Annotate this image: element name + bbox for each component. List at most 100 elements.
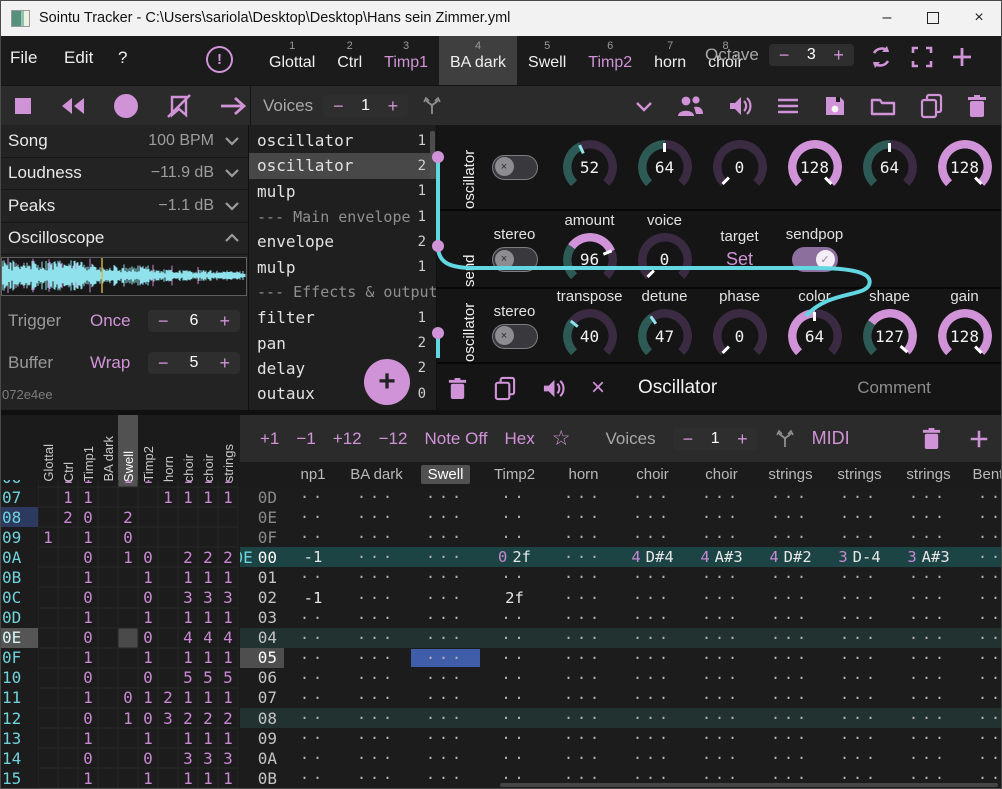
note-cell[interactable]: ··· [825,589,894,607]
order-cell[interactable] [118,487,138,507]
order-cell[interactable] [158,628,178,648]
order-cell[interactable]: 1 [198,648,218,668]
trigger-mode-button[interactable]: Once [90,311,148,331]
order-cell[interactable] [98,628,118,648]
note-cell[interactable]: ··· [411,548,480,566]
order-cell[interactable]: 0 [78,507,98,527]
record-button[interactable] [113,93,139,119]
order-row-number[interactable]: 0C [0,587,38,607]
track-header-choir[interactable]: choir [618,466,687,483]
order-cell[interactable] [118,768,138,788]
order-column-header[interactable]: Timp1 [78,446,98,482]
note-cell[interactable]: ··· [342,609,411,627]
note-cell[interactable]: ··· [618,649,687,667]
note-row-number[interactable]: 0D [240,487,284,507]
knob-transpose[interactable]: 52 [563,140,617,194]
note-cell[interactable]: ··· [549,488,618,506]
note-cell[interactable]: ··· [549,508,618,526]
order-cell[interactable] [58,748,78,768]
order-row-number[interactable]: 0D [0,608,38,628]
unit-list-item[interactable]: pan2 [249,330,436,355]
order-row-number[interactable]: 09 [0,527,38,547]
note-cell[interactable]: -1 [284,589,342,607]
note-cell[interactable]: ··· [894,649,963,667]
order-row-number[interactable]: 08 [0,507,38,527]
order-cell[interactable] [98,708,118,728]
order-cell[interactable] [58,628,78,648]
order-cell[interactable]: 0 [118,527,138,547]
note-cell[interactable]: ··· [342,749,411,767]
note-cell[interactable]: ·· [480,669,549,687]
note-cell[interactable]: ··· [825,749,894,767]
star-icon[interactable]: ☆ [552,426,571,451]
order-cell[interactable] [98,547,118,567]
add-track-icon[interactable] [968,428,990,450]
note-cell[interactable]: ·· [284,749,342,767]
knob-transpose[interactable]: 40 [563,309,617,363]
note-cell[interactable]: ··· [549,548,618,566]
voices-minus-button[interactable]: − [333,97,344,115]
order-column-header[interactable]: BA dark [98,436,118,482]
note-cell[interactable]: ··· [618,488,687,506]
horizontal-scrollbar[interactable] [500,783,998,787]
note-cell[interactable]: ··· [825,649,894,667]
note-cell[interactable]: ··· [963,488,1002,506]
note-cell[interactable]: ··· [618,568,687,586]
note-cell[interactable]: ··· [411,609,480,627]
instrument-tab-ba-dark[interactable]: 4BA dark [439,36,517,85]
note-cell[interactable]: 02f [480,548,549,566]
order-cell[interactable]: 2 [118,507,138,527]
order-cell[interactable] [58,768,78,788]
note-cell[interactable]: ··· [618,709,687,727]
note-row-number[interactable]: 09 [240,728,284,748]
voices-plus-button[interactable]: + [388,97,399,115]
note-cell[interactable]: ·· [480,649,549,667]
order-cell[interactable]: 0 [138,587,158,607]
order-cell[interactable] [178,507,198,527]
order-cell[interactable]: 1 [178,688,198,708]
note-cell[interactable]: ··· [549,609,618,627]
note-cell[interactable]: ··· [549,689,618,707]
trigger-minus-button[interactable]: − [158,312,169,330]
order-row-number[interactable]: 0B [0,567,38,587]
order-cell[interactable]: 3 [218,748,238,768]
track-header-timp2[interactable]: Timp2 [480,466,549,483]
order-cell[interactable]: 1 [138,728,158,748]
note-cell[interactable]: ··· [342,629,411,647]
order-cell[interactable]: 2 [178,708,198,728]
track-header-np1[interactable]: np1 [284,466,342,483]
order-cell[interactable]: 1 [138,768,158,788]
order-cell[interactable] [38,587,58,607]
menu-edit[interactable]: Edit [64,48,93,68]
toggle-sendpop[interactable]: ✓ [792,247,838,272]
order-cell[interactable] [118,628,138,648]
note-cell[interactable]: ··· [894,508,963,526]
stop-button[interactable] [13,96,33,116]
order-cell[interactable]: 1 [218,487,238,507]
unit-list-scrollbar[interactable] [430,131,435,179]
note-cell[interactable]: ··· [342,669,411,687]
order-cell[interactable]: 1 [78,688,98,708]
order-cell[interactable]: 0 [138,668,158,688]
octave-minus-button[interactable]: − [779,46,790,64]
note-cell[interactable]: ·· [480,609,549,627]
note-cell[interactable]: ··· [825,528,894,546]
note-cell[interactable]: ··· [825,568,894,586]
order-cell[interactable]: 0 [138,547,158,567]
order-cell[interactable]: 1 [218,648,238,668]
unit-list-item[interactable]: mulp1 [249,254,436,279]
note-cell[interactable]: ·· [284,729,342,747]
note-cell[interactable]: ·· [480,488,549,506]
toggle-stereo[interactable]: × [492,324,538,349]
order-cell[interactable] [158,748,178,768]
note-cell[interactable]: 2f [480,589,549,607]
track-header-horn[interactable]: horn [549,466,618,483]
order-column-header[interactable]: choir [178,454,198,482]
knob-amount[interactable]: 96 [563,233,617,287]
order-row-number[interactable]: 12 [0,708,38,728]
note-cell[interactable]: -1 [284,548,342,566]
order-cell[interactable] [98,688,118,708]
note-cell[interactable]: ··· [549,649,618,667]
order-cell[interactable] [38,688,58,708]
order-cell[interactable] [178,527,198,547]
